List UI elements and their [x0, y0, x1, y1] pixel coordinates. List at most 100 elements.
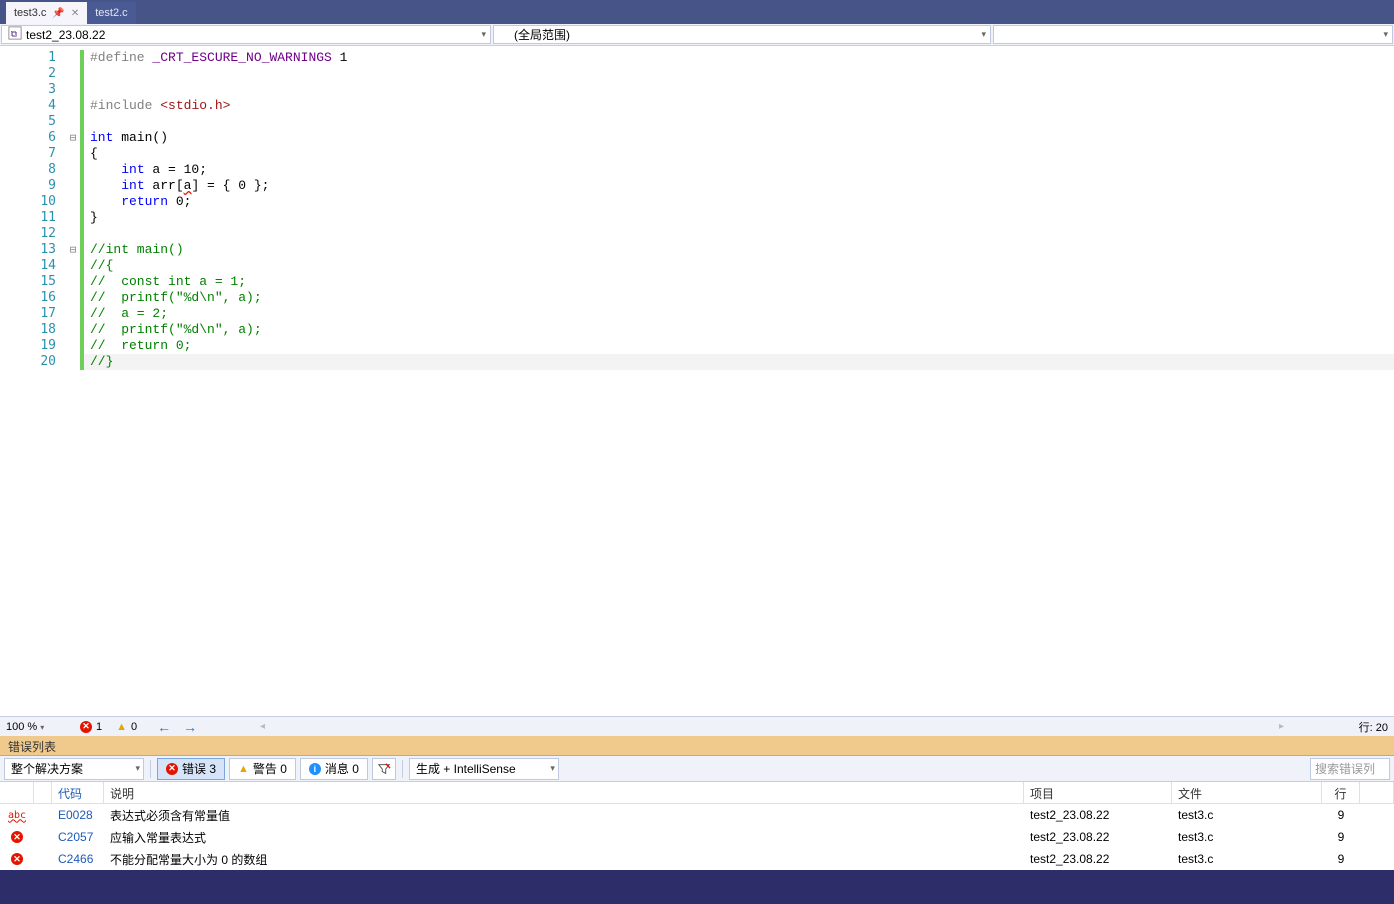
error-count[interactable]: ✕1 [80, 721, 102, 733]
error-project: test2_23.08.22 [1024, 850, 1172, 868]
code-line[interactable]: } [84, 210, 1394, 226]
code-line[interactable] [84, 82, 1394, 98]
close-icon[interactable]: ✕ [71, 8, 79, 19]
fold-toggle[interactable]: ⊟ [66, 130, 80, 146]
fold-toggle [66, 50, 80, 66]
warning-icon: ▲ [116, 721, 127, 733]
error-row[interactable]: ✕ C2466不能分配常量大小为 0 的数组test2_23.08.22test3… [0, 848, 1394, 870]
fold-toggle [66, 82, 80, 98]
nav-forward-icon[interactable]: → [183, 719, 197, 735]
code-line[interactable]: // const int a = 1; [84, 274, 1394, 290]
error-row[interactable]: ✕C2057应输入常量表达式test2_23.08.22test3.c9 [0, 826, 1394, 848]
tab-label: test3.c [14, 7, 46, 19]
separator [402, 760, 403, 778]
code-line[interactable] [84, 66, 1394, 82]
tab-test2[interactable]: test2.c [87, 2, 135, 24]
tab-test3[interactable]: test3.c 📌 ✕ [6, 2, 87, 24]
fold-toggle [66, 226, 80, 242]
code-line[interactable]: // printf("%d\n", a); [84, 322, 1394, 338]
zoom-dropdown[interactable]: 100 % ▾ [6, 721, 66, 733]
fold-toggle[interactable]: ⊟ [66, 242, 80, 258]
col-line[interactable]: 行 [1322, 782, 1360, 803]
col-file[interactable]: 文件 [1172, 782, 1322, 803]
warning-count[interactable]: ▲0 [116, 721, 137, 733]
code-content[interactable]: #define _CRT_ESCURE_NO_WARNINGS 1 #includ… [84, 46, 1394, 716]
fold-toggle [66, 114, 80, 130]
fold-toggle [66, 194, 80, 210]
error-list-toolbar: 整个解决方案▾ ✕错误 3 ▲警告 0 i消息 0 生成 + IntelliSe… [0, 756, 1394, 782]
error-line: 9 [1322, 850, 1360, 868]
code-line[interactable]: int main() [84, 130, 1394, 146]
errors-filter-button[interactable]: ✕错误 3 [157, 758, 225, 780]
chevron-down-icon: ▾ [550, 763, 555, 774]
fold-toggle [66, 274, 80, 290]
info-icon: i [309, 763, 321, 775]
fold-toggle [66, 338, 80, 354]
fold-toggle [66, 178, 80, 194]
error-icon: ✕ [11, 853, 23, 865]
editor-status-bar: 100 % ▾ ✕1 ▲0 ← → ◂ ▸ 行: 20 [0, 716, 1394, 736]
project-scope-dropdown[interactable]: ⧉ test2_23.08.22 ▾ [1, 25, 491, 44]
chevron-down-icon: ▾ [981, 29, 986, 40]
scroll-left-icon[interactable]: ◂ [260, 721, 265, 732]
fold-toggle [66, 98, 80, 114]
clear-filter-button[interactable] [372, 758, 396, 780]
error-description: 不能分配常量大小为 0 的数组 [104, 849, 1024, 870]
nav-back-icon[interactable]: ← [157, 719, 171, 735]
cpp-file-icon: ⧉ [8, 26, 22, 43]
code-line[interactable]: #define _CRT_ESCURE_NO_WARNINGS 1 [84, 50, 1394, 66]
code-editor[interactable]: 1234567891011121314151617181920 ⊟⊟ #defi… [0, 46, 1394, 716]
error-file: test3.c [1172, 850, 1322, 868]
member-scope-dropdown[interactable]: ▾ [993, 25, 1393, 44]
error-table-header[interactable]: 代码 说明 项目 文件 行 [0, 782, 1394, 804]
col-desc[interactable]: 说明 [104, 782, 1024, 803]
fold-toggle [66, 258, 80, 274]
fold-toggle [66, 354, 80, 370]
error-project: test2_23.08.22 [1024, 828, 1172, 846]
error-row[interactable]: abcE0028表达式必须含有常量值test2_23.08.22test3.c9 [0, 804, 1394, 826]
error-line: 9 [1322, 828, 1360, 846]
code-line[interactable]: //} [84, 354, 1394, 370]
build-source-dropdown[interactable]: 生成 + IntelliSense▾ [409, 758, 559, 780]
error-search-input[interactable]: 搜索错误列 [1310, 758, 1390, 780]
filter-clear-icon [377, 762, 391, 776]
warning-icon: ▲ [238, 763, 249, 775]
scroll-right-icon[interactable]: ▸ [1279, 721, 1284, 732]
function-scope-dropdown[interactable]: (全局范围) ▾ [493, 25, 991, 44]
error-list-table: 代码 说明 项目 文件 行 abcE0028表达式必须含有常量值test2_23… [0, 782, 1394, 870]
code-line[interactable]: //int main() [84, 242, 1394, 258]
error-list-title[interactable]: 错误列表 [0, 736, 1394, 756]
pin-icon[interactable]: 📌 [52, 8, 64, 19]
context-bar: ⧉ test2_23.08.22 ▾ (全局范围) ▾ ▾ [0, 24, 1394, 46]
code-line[interactable]: // return 0; [84, 338, 1394, 354]
fold-toggle [66, 66, 80, 82]
code-line[interactable]: int arr[a] = { 0 }; [84, 178, 1394, 194]
code-line[interactable]: { [84, 146, 1394, 162]
chevron-down-icon: ▾ [1383, 29, 1388, 40]
chevron-down-icon: ▾ [135, 763, 140, 774]
code-line[interactable] [84, 114, 1394, 130]
code-line[interactable]: //{ [84, 258, 1394, 274]
code-line[interactable]: return 0; [84, 194, 1394, 210]
error-code: C2466 [52, 850, 104, 868]
col-project[interactable]: 项目 [1024, 782, 1172, 803]
warnings-filter-button[interactable]: ▲警告 0 [229, 758, 296, 780]
code-line[interactable] [84, 226, 1394, 242]
col-code[interactable]: 代码 [52, 782, 104, 803]
error-line: 9 [1322, 806, 1360, 824]
outlining-margin[interactable]: ⊟⊟ [66, 46, 80, 716]
code-line[interactable]: int a = 10; [84, 162, 1394, 178]
code-line[interactable]: // printf("%d\n", a); [84, 290, 1394, 306]
fold-toggle [66, 322, 80, 338]
chevron-down-icon: ▾ [481, 29, 486, 40]
scope-text: test2_23.08.22 [26, 28, 105, 42]
code-line[interactable]: // a = 2; [84, 306, 1394, 322]
code-line[interactable]: #include <stdio.h> [84, 98, 1394, 114]
document-tabstrip: test3.c 📌 ✕ test2.c [0, 0, 1394, 24]
messages-filter-button[interactable]: i消息 0 [300, 758, 368, 780]
error-file: test3.c [1172, 806, 1322, 824]
error-code: E0028 [52, 806, 104, 824]
separator [150, 760, 151, 778]
solution-filter-dropdown[interactable]: 整个解决方案▾ [4, 758, 144, 780]
scope-text: (全局范围) [514, 26, 570, 43]
